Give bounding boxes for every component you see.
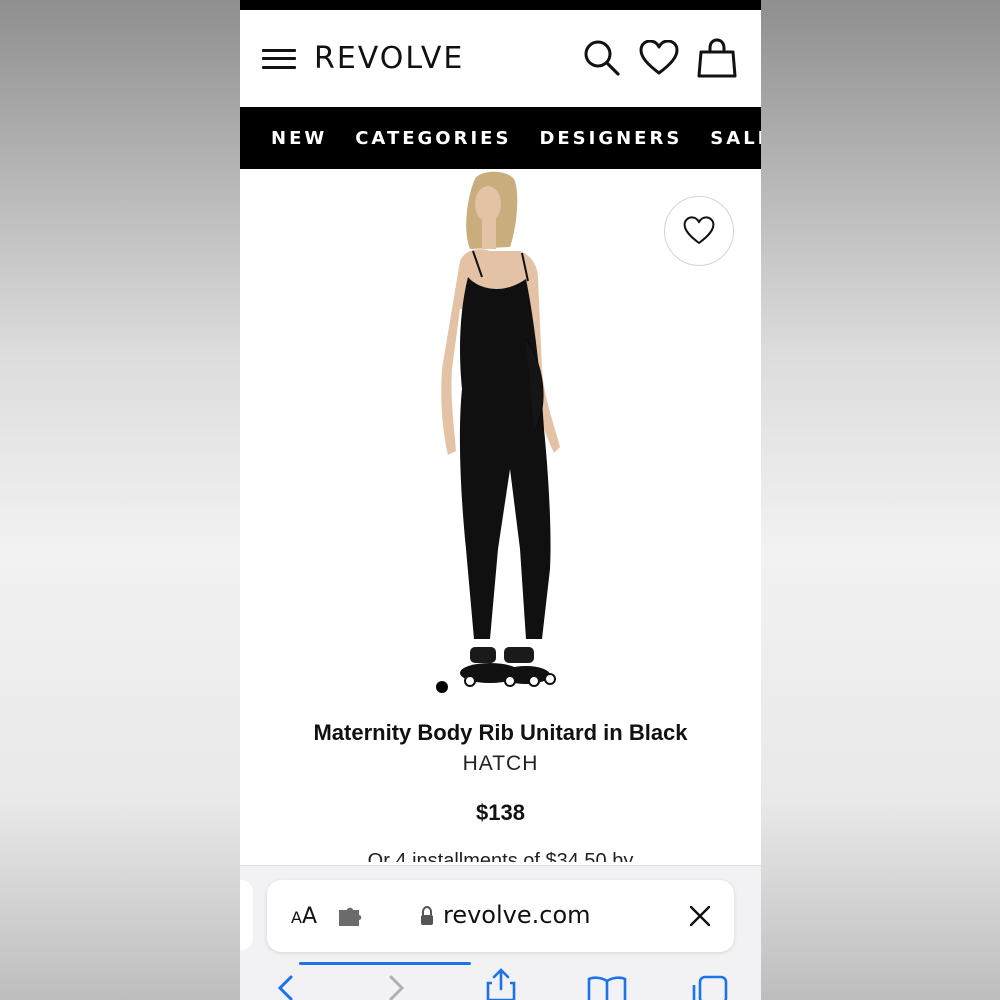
- browser-chrome: AA revolve.com: [240, 865, 761, 1000]
- status-strip: [240, 0, 761, 10]
- phone-screen: REVOLVE NEW CATEGORIES DESIGNERS SALE: [240, 0, 761, 1000]
- carousel-dots: [436, 681, 448, 693]
- heart-icon[interactable]: [639, 40, 679, 76]
- add-to-wishlist-button[interactable]: [664, 196, 734, 266]
- chevron-right-icon[interactable]: [386, 975, 406, 1000]
- site-header: REVOLVE: [240, 10, 761, 107]
- text-size-label: A: [291, 908, 302, 927]
- nav-item-sale[interactable]: SALE: [710, 128, 761, 149]
- product-price: $138: [476, 800, 525, 825]
- hamburger-menu-icon[interactable]: [262, 48, 296, 69]
- search-icon[interactable]: [581, 38, 621, 78]
- chevron-left-icon[interactable]: [276, 975, 296, 1000]
- category-nav: NEW CATEGORIES DESIGNERS SALE: [240, 107, 761, 169]
- page-load-progress: [299, 962, 471, 965]
- close-icon[interactable]: [688, 904, 712, 928]
- share-icon[interactable]: [484, 967, 518, 1000]
- heart-icon: [683, 216, 715, 244]
- product-image-carousel[interactable]: [240, 169, 761, 709]
- carousel-dot-active[interactable]: [436, 681, 448, 693]
- lock-icon: [421, 906, 433, 925]
- browser-toolbar: [240, 968, 761, 1000]
- product-brand[interactable]: HATCH: [240, 752, 761, 776]
- address-bar[interactable]: AA revolve.com: [267, 880, 734, 965]
- nav-item-new[interactable]: NEW: [271, 128, 327, 149]
- text-size-button[interactable]: AA: [291, 904, 317, 929]
- site-logo[interactable]: REVOLVE: [314, 41, 464, 76]
- book-icon[interactable]: [587, 975, 627, 1000]
- product-image: [441, 171, 560, 687]
- header-icons: [581, 38, 737, 78]
- installments-text: Or 4 installments of $34.50 by: [367, 850, 634, 862]
- tabs-icon[interactable]: [692, 975, 728, 1000]
- url-text: revolve.com: [443, 901, 591, 929]
- shopping-bag-icon[interactable]: [697, 38, 737, 78]
- nav-item-designers[interactable]: DESIGNERS: [539, 128, 682, 149]
- product-title: Maternity Body Rib Unitard in Black: [313, 720, 688, 745]
- nav-item-categories[interactable]: CATEGORIES: [355, 128, 511, 149]
- extension-icon[interactable]: [337, 906, 365, 928]
- text-size-label-large: A: [301, 904, 318, 929]
- previous-tab-edge[interactable]: [240, 880, 253, 950]
